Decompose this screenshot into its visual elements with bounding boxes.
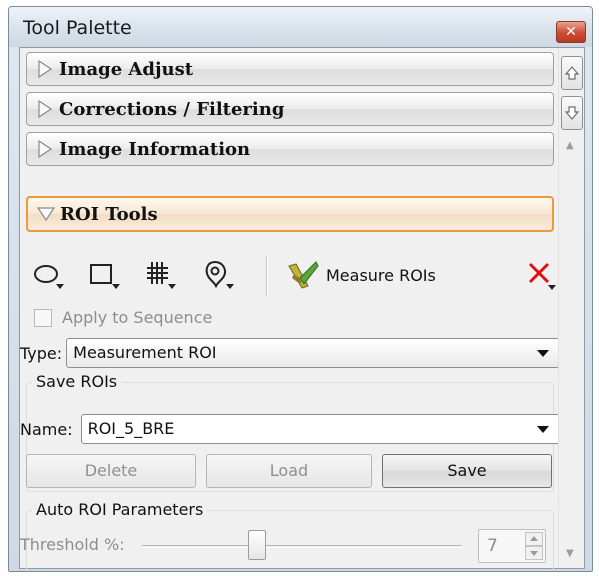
spin-up-icon bbox=[530, 536, 538, 541]
freehand-roi-icon bbox=[205, 260, 234, 289]
section-roi-tools[interactable]: ROI Tools bbox=[26, 196, 554, 232]
title-bar[interactable]: Tool Palette ✕ bbox=[9, 7, 592, 47]
close-icon: ✕ bbox=[565, 24, 577, 40]
grid-roi-icon bbox=[147, 262, 176, 289]
ellipse-roi-button[interactable] bbox=[32, 256, 66, 294]
apply-to-sequence-label: Apply to Sequence bbox=[62, 308, 213, 327]
section-label: Image Information bbox=[59, 138, 251, 160]
type-label: Type: bbox=[20, 343, 63, 363]
ellipse-roi-icon bbox=[34, 265, 64, 289]
threshold-label: Threshold %: bbox=[20, 535, 125, 554]
delete-button[interactable]: Delete bbox=[26, 454, 196, 488]
measure-rois-button[interactable]: Measure ROIs bbox=[286, 256, 436, 294]
save-rois-title: Save ROIs bbox=[32, 372, 122, 391]
save-button[interactable]: Save bbox=[382, 454, 552, 488]
window-title: Tool Palette bbox=[23, 17, 132, 39]
red-x-icon bbox=[528, 262, 556, 290]
dropdown-caret-icon bbox=[537, 350, 549, 357]
expand-arrow-icon bbox=[31, 140, 59, 158]
scroll-up-button[interactable] bbox=[561, 56, 583, 90]
threshold-spinbox[interactable]: 7 bbox=[478, 529, 546, 563]
name-label: Name: bbox=[20, 419, 73, 439]
toolbar-separator bbox=[266, 256, 268, 296]
auto-roi-parameters-title: Auto ROI Parameters bbox=[32, 500, 208, 519]
grid-roi-button[interactable] bbox=[144, 256, 178, 294]
expand-arrow-icon bbox=[31, 100, 59, 118]
roi-toolbar: Measure ROIs bbox=[26, 250, 566, 300]
collapse-arrow-icon bbox=[32, 206, 60, 222]
roi-name-value: ROI_5_BRE bbox=[87, 419, 175, 438]
vertical-scrollbar[interactable]: ▲ ▼ bbox=[558, 48, 584, 568]
roi-type-row: Type: Measurement ROI bbox=[20, 338, 560, 368]
roi-name-combobox[interactable]: ROI_5_BRE bbox=[80, 414, 560, 444]
threshold-slider-track[interactable] bbox=[142, 545, 462, 548]
dropdown-caret-icon bbox=[537, 426, 549, 433]
scroll-up-arrow-icon bbox=[564, 66, 580, 80]
palette-content: Image Adjust Corrections / Filtering Ima… bbox=[19, 47, 585, 571]
apply-to-sequence-row: Apply to Sequence bbox=[34, 308, 212, 327]
roi-type-select[interactable]: Measurement ROI bbox=[66, 338, 560, 368]
close-button[interactable]: ✕ bbox=[556, 21, 586, 43]
measure-rois-icon bbox=[288, 261, 319, 289]
rectangle-roi-button[interactable] bbox=[88, 256, 122, 294]
tool-palette-window: Tool Palette ✕ Image Adjust Corrections … bbox=[8, 6, 593, 572]
threshold-value: 7 bbox=[487, 536, 498, 556]
scroll-down-arrow-icon bbox=[564, 106, 580, 120]
scroll-arrow-down-icon[interactable]: ▼ bbox=[566, 548, 574, 559]
spin-buttons bbox=[525, 532, 543, 560]
section-label: ROI Tools bbox=[60, 203, 158, 225]
roi-type-value: Measurement ROI bbox=[73, 343, 217, 362]
rectangle-roi-icon bbox=[90, 264, 120, 289]
scroll-down-button[interactable] bbox=[561, 96, 583, 130]
measure-rois-label: Measure ROIs bbox=[326, 265, 436, 285]
section-label: Image Adjust bbox=[59, 58, 194, 80]
scroll-arrow-up-icon[interactable]: ▲ bbox=[566, 140, 574, 151]
section-image-adjust[interactable]: Image Adjust bbox=[26, 52, 554, 86]
section-corrections-filtering[interactable]: Corrections / Filtering bbox=[26, 92, 554, 126]
spin-down-button[interactable] bbox=[525, 546, 543, 560]
section-image-information[interactable]: Image Information bbox=[26, 132, 554, 166]
spin-up-button[interactable] bbox=[525, 532, 543, 546]
load-button[interactable]: Load bbox=[206, 454, 372, 488]
roi-name-row: Name: ROI_5_BRE bbox=[20, 414, 560, 444]
freehand-roi-button[interactable] bbox=[202, 256, 236, 294]
spin-down-icon bbox=[530, 551, 538, 556]
expand-arrow-icon bbox=[31, 60, 59, 78]
apply-to-sequence-checkbox[interactable] bbox=[34, 308, 52, 327]
threshold-slider-thumb[interactable] bbox=[248, 530, 267, 560]
section-label: Corrections / Filtering bbox=[59, 98, 285, 120]
delete-rois-button[interactable] bbox=[524, 256, 558, 294]
